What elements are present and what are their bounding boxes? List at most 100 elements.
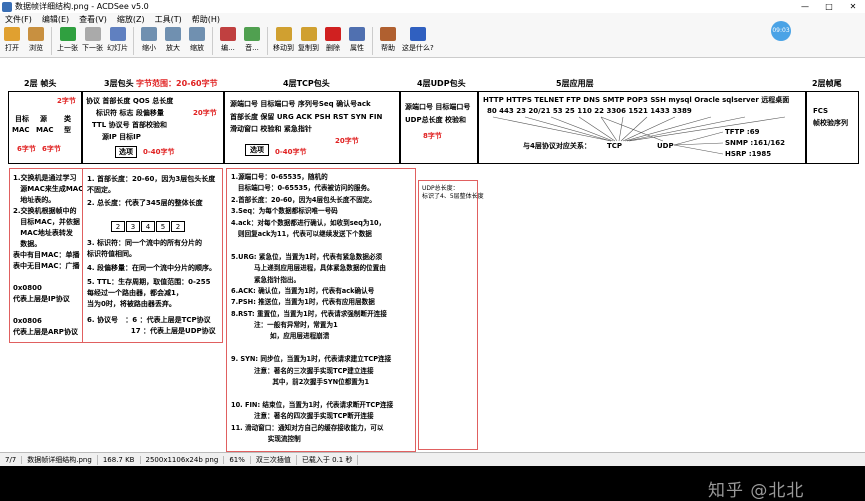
tcp-note-line: 则回复ack为11，代表可以继续发送下个数据 — [231, 229, 372, 238]
header-l3-range: 字节范围：20-60字节 — [136, 79, 218, 88]
menu-item[interactable]: 查看(V) — [74, 14, 112, 25]
menu-item[interactable]: 缩放(Z) — [112, 14, 150, 25]
tcp-note-line: 9. SYN: 同步位，当置为1时，代表请求建立TCP连接 — [231, 355, 392, 364]
status-field: 已载入于 0.1 秒 — [297, 454, 359, 465]
l2-note-line: 代表上层是ARP协议 — [13, 328, 78, 336]
toolbar: 打开 浏览 上一张 下一张 幻灯片 缩小 放大 缩放 编... 音... 移动到 复制到 删除 属性 帮助这… — [0, 25, 865, 58]
status-field: 7/7 — [0, 455, 23, 464]
toolbar-button[interactable]: 删除 — [323, 27, 343, 53]
toolbar-button[interactable]: 属性 — [347, 27, 367, 53]
toolbar-button[interactable]: 缩小 — [139, 27, 159, 53]
toolbar-button[interactable]: 缩放 — [187, 27, 207, 53]
toolbar-label: 复制到 — [298, 44, 319, 52]
toolbar-label: 缩放 — [190, 44, 204, 52]
header-tail: 2层帧尾 — [812, 79, 842, 88]
properties-icon — [349, 27, 365, 41]
tcp-note-line: 7.PSH: 推送位，当置为1时，代表有应用层数据 — [231, 298, 375, 307]
l3-box: 协议 首部长度 QOS 总长度 标识符 标志 段偏移量 TTL 协议号 首部校验… — [82, 91, 224, 164]
clock-badge: 09:03 — [771, 21, 791, 41]
menu-item[interactable]: 帮助(H) — [187, 14, 225, 25]
l3-notes: 1. 首部长度：20-60，因为3层包头长度 不固定。 2. 总长度：代表了34… — [82, 168, 223, 343]
l2-box: 2字节 目标 源 类 MAC MAC 型 6字节 6字节 — [8, 91, 82, 164]
toolbar-button[interactable]: 放大 — [163, 27, 183, 53]
l2-note-line — [13, 305, 83, 316]
toolbar-label: 编... — [221, 44, 235, 52]
status-field: 2500x1106x24b png — [141, 455, 225, 464]
audio-icon — [244, 27, 260, 41]
l2-note-line: 代表上层是IP协议 — [13, 295, 70, 303]
tcp-note-line: 注：一般有异常时，常置为1 — [231, 321, 338, 330]
l2-note-line: 1.交换机是通过学习 — [13, 174, 77, 182]
menu-item[interactable]: 工具(T) — [150, 14, 187, 25]
length-cell: 4 — [141, 221, 155, 232]
help-icon — [380, 27, 396, 41]
l2-note-line: 2.交换机根据帧中的 — [13, 207, 77, 215]
header-udp: 4层UDP包头 — [417, 79, 466, 88]
toolbar-button[interactable]: 浏览 — [26, 27, 46, 53]
toolbar-button[interactable]: 帮助 — [378, 27, 398, 53]
tcp-note-line: 5.URG: 紧急位，当置为1时，代表有紧急数据必须 — [231, 252, 383, 261]
status-field: 61% — [224, 455, 251, 464]
tcp-note-line — [231, 240, 393, 251]
toolbar-label: 属性 — [350, 44, 364, 52]
toolbar-button[interactable]: 幻灯片 — [107, 27, 128, 53]
header-tcp: 4层TCP包头 — [283, 79, 330, 88]
tcp-note-line: 3.Seq：为每个数据都标识唯一号码 — [231, 207, 338, 216]
tcp-note-line: 如，应用层进程崩溃 — [231, 332, 330, 341]
tcp-note-line: 其中，前2次握手SYN位都置为1 — [231, 378, 370, 387]
l2-note-line: 源MAC来生成MAC — [13, 185, 84, 193]
l2-note-line: 数据。 — [13, 240, 42, 248]
l2-note-line: 地址表的。 — [13, 196, 56, 204]
l2-note-line: MAC地址表转发 — [13, 229, 73, 237]
open-folder-icon — [4, 27, 20, 41]
toolbar-label: 缩小 — [142, 44, 156, 52]
maximize-button[interactable]: □ — [817, 0, 841, 13]
length-cells: 23452 — [111, 221, 186, 232]
menu-item[interactable]: 编辑(E) — [37, 14, 74, 25]
delete-icon — [325, 27, 341, 41]
tcp-note-line: 10. FIN: 结束位，当置为1时，代表请求断开TCP连接 — [231, 400, 394, 409]
prev-image-icon — [59, 27, 76, 41]
toolbar-label: 音... — [245, 44, 259, 52]
tcp-note-line: 11. 滑动窗口：通知对方自己的缓存接收能力，可以 — [231, 423, 384, 432]
tcp-note-line: 8.RST: 重置位，当置为1时，代表请求强制断开连接 — [231, 309, 387, 318]
tcp-note-line: 目标端口号：0-65535，代表被访问的服务。 — [231, 184, 374, 193]
length-cell: 5 — [156, 221, 170, 232]
l2-note-line: 目标MAC，并依据 — [13, 218, 80, 226]
toolbar-button[interactable]: 打开 — [2, 27, 22, 53]
toolbar-separator — [267, 27, 268, 55]
toolbar-button[interactable]: 编... — [218, 27, 238, 53]
l2-note-line: 0x0800 — [13, 284, 42, 292]
tail-box: FCS 帧校验序列 — [806, 91, 859, 164]
toolbar-label: 删除 — [326, 44, 340, 52]
tcp-note-line: 2.首部长度：20-60，因为4层包头长度不固定。 — [231, 195, 376, 204]
browse-icon — [28, 27, 44, 41]
menu-item[interactable]: 文件(F) — [0, 14, 37, 25]
header-l5: 5层应用层 — [556, 79, 594, 88]
udp-box: 源端口号 目标端口号 UDP总长度 校验和 8字节 — [400, 91, 478, 164]
toolbar-button[interactable]: 上一张 — [57, 27, 78, 53]
app-icon — [2, 1, 12, 12]
acdsee-window: 数据帧详细结构.png - ACDSee v5.0 — □ ✕ 文件(F) 编辑(… — [0, 0, 865, 501]
edit-icon — [220, 27, 236, 41]
title-bar: 数据帧详细结构.png - ACDSee v5.0 — □ ✕ — [0, 0, 865, 13]
toolbar-button[interactable]: 这是什么? — [402, 27, 434, 53]
app-box: HTTP HTTPS TELNET FTP DNS SMTP POP3 SSH … — [478, 91, 806, 164]
length-cell: 2 — [171, 221, 185, 232]
tcp-note-line: 注意：著名的四次握手实现TCP断开连接 — [231, 412, 374, 421]
tcp-note-line: 1.源端口号：0-65535，随机的 — [231, 173, 328, 181]
toolbar-button[interactable]: 音... — [242, 27, 262, 53]
toolbar-label: 打开 — [5, 44, 19, 52]
whats-this-icon — [409, 27, 426, 41]
menu-bar: 文件(F) 编辑(E) 查看(V) 缩放(Z) 工具(T) 帮助(H) — [0, 13, 865, 25]
tcp-note-line: 马上递到应用层进程，具体紧急数据的位置由 — [231, 264, 386, 273]
window-title: 数据帧详细结构.png - ACDSee v5.0 — [15, 2, 149, 11]
image-viewer[interactable]: 2层 帧头 3层包头 字节范围：20-60字节 4层TCP包头 4层UDP包头 … — [0, 58, 865, 501]
minimize-button[interactable]: — — [793, 0, 817, 13]
toolbar-separator — [372, 27, 373, 55]
toolbar-button[interactable]: 下一张 — [82, 27, 103, 53]
toolbar-button[interactable]: 移动到 — [273, 27, 294, 53]
close-button[interactable]: ✕ — [841, 0, 865, 13]
toolbar-label: 移动到 — [273, 44, 294, 52]
toolbar-button[interactable]: 复制到 — [298, 27, 319, 53]
